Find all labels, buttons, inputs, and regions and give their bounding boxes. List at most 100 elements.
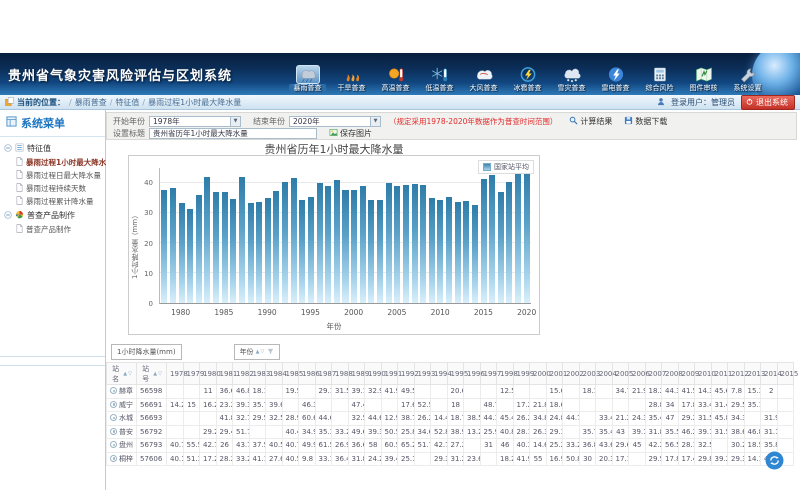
sort-icons[interactable]: ▲▽ [123, 371, 133, 377]
nav-item-rainstorm[interactable]: 暴雨普查 [289, 65, 326, 93]
breadcrumb-item[interactable]: 特征值 [115, 97, 139, 108]
collapse-icon[interactable] [4, 211, 12, 221]
value-cell: 14.4 [431, 412, 448, 426]
tree-item-accumulated-precip[interactable]: 暴雨过程累计降水量 [2, 195, 103, 208]
bar [463, 201, 469, 303]
station-name: 普安 [119, 428, 133, 436]
row-select-radio[interactable] [110, 441, 117, 448]
nav-item-high-temp[interactable]: 高温普查 [377, 65, 414, 93]
file-icon [16, 224, 23, 235]
row-select-radio[interactable] [110, 455, 117, 462]
value-cell: 18.1 [249, 385, 266, 399]
sort-icons[interactable]: ▲▽ [153, 371, 163, 377]
tree-group-product-making[interactable]: 普查产品制作 [2, 208, 103, 223]
value-cell: 35.4 [645, 412, 662, 426]
value-cell: 15 [183, 398, 200, 412]
logout-button[interactable]: 退出系统 [741, 95, 795, 110]
value-cell: 41.1 [249, 452, 266, 466]
sidebar: 系统菜单 特征值 暴雨过程1小时最大降水量 暴雨过程日最大降水量 [0, 110, 106, 490]
value-cell: 17.4 [678, 452, 695, 466]
start-year-select[interactable]: 1978年 ▼ [149, 116, 241, 127]
value-cell: 29.2 [678, 412, 695, 426]
bar [446, 197, 452, 303]
menu-tree: 特征值 暴雨过程1小时最大降水量 暴雨过程日最大降水量 暴雨过程持续天数 暴雨过… [0, 137, 105, 240]
tree-item-product-making[interactable]: 普查产品制作 [2, 223, 103, 236]
table-row: 水城5669341.832.729.532.528.960.644.632.54… [107, 412, 794, 426]
value-cell: 35.5 [662, 425, 679, 439]
refresh-float-button[interactable] [765, 451, 784, 470]
nav-item-map-review[interactable]: 图件审核 [685, 65, 722, 93]
calc-result-button[interactable]: 计算结果 [569, 116, 612, 127]
station-name-cell: 水城 [107, 412, 137, 426]
value-cell: 36.6 [348, 439, 365, 453]
sort-icons[interactable]: ▲▽ [256, 349, 266, 355]
value-cell: 26.2 [414, 412, 431, 426]
bar [317, 183, 323, 303]
value-cell: 32.5 [348, 412, 365, 426]
nav-label: 系统设置 [729, 84, 766, 93]
row-select-radio[interactable] [110, 401, 117, 408]
nav-item-settings[interactable]: 系统设置 [729, 65, 766, 93]
bar [325, 186, 331, 303]
bar [403, 185, 409, 303]
chart-title-input[interactable]: 贵州省历年1小时最大降水量 [149, 128, 317, 139]
value-cell: 20.3 [596, 452, 613, 466]
column-field-chip[interactable]: 年份 ▲▽ [234, 344, 281, 360]
nav-item-lightning[interactable]: 雷电普查 [597, 65, 634, 93]
pie-icon [15, 210, 24, 221]
row-select-radio[interactable] [110, 414, 117, 421]
value-cell: 40.7 [282, 439, 299, 453]
station-id-header[interactable]: 站号▲▽ [137, 363, 167, 385]
value-field-chip[interactable]: 1小时降水量(mm) [111, 344, 182, 360]
nav-item-wind[interactable]: 大风普查 [465, 65, 502, 93]
tree-group-feature-values[interactable]: 特征值 [2, 141, 103, 156]
set-title-label: 设置标题 [113, 128, 145, 139]
bar [498, 192, 504, 303]
value-cell: 50.8 [563, 452, 580, 466]
station-name-header[interactable]: 站名▲▽ [107, 363, 137, 385]
bar [187, 209, 193, 304]
row-select-radio[interactable] [110, 428, 117, 435]
value-cell: 18.2 [497, 452, 514, 466]
y-tick-label: 10 [144, 270, 153, 278]
value-cell: 42.7 [200, 439, 217, 453]
nav-item-drought[interactable]: 干旱普查 [333, 65, 370, 93]
data-download-label: 数据下载 [635, 116, 667, 127]
value-cell: 49.6 [348, 425, 365, 439]
breadcrumb-item[interactable]: 暴雨普查 [75, 97, 107, 108]
value-cell: 16.2 [200, 398, 217, 412]
value-cell [167, 412, 184, 426]
value-cell: 33.2 [233, 452, 250, 466]
nav-item-low-temp[interactable]: 低温普查 [421, 65, 458, 93]
value-cell: 31 [480, 439, 497, 453]
filter-funnel-icon[interactable] [267, 348, 274, 357]
value-cell: 65.2 [398, 439, 415, 453]
tree-item-label: 暴雨过程持续天数 [26, 183, 86, 194]
value-cell: 55 [530, 452, 547, 466]
nav-item-snow[interactable]: 雪灾普查 [553, 65, 590, 93]
file-icon [16, 170, 23, 181]
row-select-radio[interactable] [110, 387, 117, 394]
value-cell: 39.2 [711, 452, 728, 466]
end-year-select[interactable]: 2020年 ▼ [289, 116, 381, 127]
list-icon [15, 143, 24, 154]
end-year-label: 结束年份 [253, 116, 285, 127]
value-cell [777, 385, 794, 399]
tree-item-1h-max-precip[interactable]: 暴雨过程1小时最大降水量 [2, 156, 103, 169]
value-cell: 23.2 [216, 398, 233, 412]
value-cell: 56.5 [662, 439, 679, 453]
value-cell [579, 412, 596, 426]
tree-item-duration-days[interactable]: 暴雨过程持续天数 [2, 182, 103, 195]
value-cell [563, 425, 580, 439]
value-cell [381, 398, 398, 412]
save-image-button[interactable]: 保存图片 [329, 128, 372, 139]
nav-item-risk[interactable]: 综合风险 [641, 65, 678, 93]
nav-item-hail[interactable]: 冰雹普查 [509, 65, 546, 93]
data-download-button[interactable]: 数据下载 [624, 116, 667, 127]
collapse-icon[interactable] [4, 144, 12, 154]
value-cell [596, 385, 613, 399]
value-cell: 33.2 [563, 439, 580, 453]
value-cell: 29.4 [216, 425, 233, 439]
breadcrumb-item[interactable]: 暴雨过程1小时最大降水量 [148, 97, 241, 108]
tree-item-daily-max-precip[interactable]: 暴雨过程日最大降水量 [2, 169, 103, 182]
